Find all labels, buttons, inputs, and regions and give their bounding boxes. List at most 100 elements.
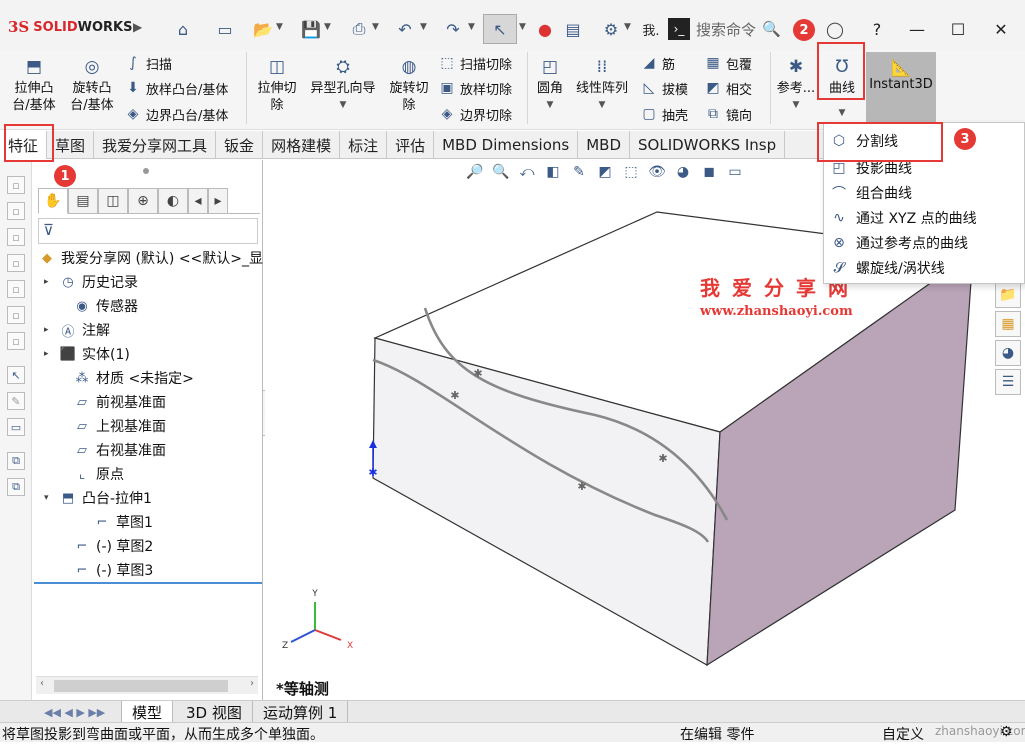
rebuild-traffic-light-icon[interactable]: ●: [532, 16, 558, 42]
instant3d-button[interactable]: 📐 Instant3D: [866, 52, 936, 128]
tab-tools[interactable]: 我爱分享网工具: [94, 131, 217, 159]
menu-item-curve-through-reference[interactable]: ⊗ 通过参考点的曲线: [830, 231, 968, 255]
tabs-scroll-right-icon[interactable]: ▸: [208, 188, 228, 214]
minimize-button[interactable]: —: [902, 14, 932, 44]
tab-mesh-modeling[interactable]: 网格建模: [263, 131, 341, 159]
maximize-button[interactable]: ☐: [943, 14, 973, 44]
wrap-button[interactable]: ▦ 包覆: [704, 52, 752, 74]
tabs-scroll-left-icon[interactable]: ◂: [188, 188, 208, 214]
redo-icon[interactable]: ↷: [440, 16, 466, 42]
tree-item[interactable]: ⌞ 原点: [58, 463, 124, 485]
tree-root[interactable]: ◆ 我爱分享网 (默认) <<默认>_显: [38, 247, 263, 269]
expand-toggle-icon[interactable]: ▸: [44, 349, 54, 359]
file-explorer-icon[interactable]: 📁: [995, 282, 1021, 308]
select-tool-icon[interactable]: ↖: [7, 366, 25, 384]
open-file-icon[interactable]: 📂: [250, 16, 276, 42]
display-manager-tab-icon[interactable]: ◐: [158, 188, 188, 214]
zoom-to-fit-icon[interactable]: 🔎: [465, 162, 485, 182]
print-dropdown-icon[interactable]: ▼: [372, 22, 379, 32]
custom-properties-icon[interactable]: ☰: [995, 369, 1021, 395]
tree-item[interactable]: ▸ ⬛ 实体(1): [44, 343, 130, 365]
view-settings-icon[interactable]: ▭: [725, 162, 745, 182]
new-document-icon[interactable]: ▭: [212, 16, 238, 42]
display-style-icon[interactable]: ⬚: [621, 162, 641, 182]
options-dropdown-icon[interactable]: ▼: [624, 22, 631, 32]
open-dropdown-icon[interactable]: ▼: [276, 22, 283, 32]
apply-scene-icon[interactable]: ◼: [699, 162, 719, 182]
draft-button[interactable]: ◺ 拔模: [640, 77, 688, 99]
intersect-button[interactable]: ◩ 相交: [704, 77, 752, 99]
save-dropdown-icon[interactable]: ▼: [324, 22, 331, 32]
menu-item-helix-spiral[interactable]: 𝓢 螺旋线/涡状线: [830, 256, 945, 280]
expand-toggle-icon[interactable]: ▾: [44, 493, 54, 503]
hole-wizard-dropdown-icon[interactable]: ▼: [340, 97, 347, 114]
feature-manager-tab-icon[interactable]: ✋: [38, 188, 68, 214]
design-library-icon[interactable]: ▦: [995, 311, 1021, 337]
tree-item[interactable]: ▸ Ⓐ 注解: [44, 319, 110, 341]
status-units[interactable]: 自定义: [882, 724, 924, 744]
tree-horizontal-scrollbar[interactable]: ‹ ›: [36, 676, 258, 694]
tree-item[interactable]: ⁂ 材质 <未指定>: [58, 367, 194, 389]
reference-geometry-button[interactable]: ✱ 参考... ▼: [776, 56, 816, 114]
search-input[interactable]: 搜索命令: [696, 19, 756, 40]
tree-item[interactable]: ▱ 右视基准面: [58, 439, 166, 461]
tree-item[interactable]: ▸ ◷ 历史记录: [44, 271, 138, 293]
tree-item[interactable]: ▾ ⬒ 凸台-拉伸1: [44, 487, 152, 509]
boundary-boss-button[interactable]: ◈ 边界凸台/基体: [124, 103, 229, 125]
edit-tool-icon[interactable]: ✎: [7, 392, 25, 410]
curves-dropdown-icon[interactable]: ▼: [839, 105, 846, 122]
loft-cut-button[interactable]: ▣ 放样切除: [438, 77, 512, 99]
select-cursor-icon[interactable]: ↖: [483, 14, 517, 44]
previous-view-icon[interactable]: ⤺: [517, 162, 537, 182]
tab-sheet-metal[interactable]: 钣金: [216, 131, 264, 159]
rollback-bar[interactable]: [34, 582, 262, 584]
menu-expand-arrow-icon[interactable]: ▶: [133, 20, 142, 34]
tree-item[interactable]: ⌐ (-) 草图2: [58, 535, 154, 557]
truncated-menu-label[interactable]: 我.: [638, 16, 664, 42]
paste-tool-icon[interactable]: ⧉: [7, 478, 25, 496]
file-properties-icon[interactable]: ▤: [560, 16, 586, 42]
mirror-button[interactable]: ⧉ 镜向: [704, 103, 752, 125]
hide-show-icon[interactable]: 👁: [647, 162, 667, 182]
print-icon[interactable]: ⎙: [346, 16, 372, 42]
tree-item[interactable]: ⌐ (-) 草图3: [58, 559, 154, 581]
revolve-cut-button[interactable]: ◍ 旋转切 除: [386, 56, 432, 114]
extrude-boss-button[interactable]: ⬒ 拉伸凸 台/基体: [8, 56, 60, 114]
help-icon[interactable]: ?: [864, 16, 890, 42]
reference-dropdown-icon[interactable]: ▼: [793, 97, 800, 114]
rib-button[interactable]: ◢ 筋: [640, 52, 675, 74]
view-orientation-icon[interactable]: ◩: [595, 162, 615, 182]
fillet-dropdown-icon[interactable]: ▼: [547, 97, 554, 114]
zoom-to-area-icon[interactable]: 🔍: [491, 162, 511, 182]
tab-3d-views[interactable]: 3D 视图: [176, 701, 253, 723]
display-tool-icon[interactable]: ▭: [7, 418, 25, 436]
copy-tool-icon[interactable]: ⧉: [7, 452, 25, 470]
tree-item[interactable]: ⌐ 草图1: [78, 511, 153, 533]
tree-item[interactable]: ▱ 前视基准面: [58, 391, 166, 413]
search-commands[interactable]: ›_ 搜索命令 🔍: [668, 16, 798, 42]
tab-solidworks-inspection[interactable]: SOLIDWORKS Insp: [630, 131, 786, 159]
tab-evaluate[interactable]: 评估: [387, 131, 435, 159]
linear-pattern-button[interactable]: ⁞⁞ 线性阵列 ▼: [573, 56, 631, 114]
scroll-left-icon[interactable]: ‹: [40, 678, 44, 689]
tab-annotation[interactable]: 标注: [340, 131, 388, 159]
tree-item[interactable]: ◉ 传感器: [58, 295, 138, 317]
undo-icon[interactable]: ↶: [392, 16, 418, 42]
menu-item-curve-through-xyz[interactable]: ∿ 通过 XYZ 点的曲线: [830, 206, 977, 230]
section-view-icon[interactable]: ◧: [543, 162, 563, 182]
dimxpert-tab-icon[interactable]: ⊕: [128, 188, 158, 214]
user-account-icon[interactable]: ◯: [822, 16, 848, 42]
expand-toggle-icon[interactable]: ▸: [44, 277, 54, 287]
tree-filter[interactable]: ⊽: [38, 218, 258, 244]
hole-wizard-button[interactable]: ⛭ 异型孔向导 ▼: [306, 56, 380, 114]
sweep-cut-button[interactable]: ⬚ 扫描切除: [438, 52, 512, 74]
tab-motion-study[interactable]: 运动算例 1: [253, 701, 349, 723]
revolve-boss-button[interactable]: ◎ 旋转凸 台/基体: [66, 56, 118, 114]
shell-button[interactable]: ▢ 抽壳: [640, 103, 688, 125]
sweep-button[interactable]: ∫ 扫描: [124, 52, 172, 74]
edit-appearance-icon[interactable]: ◕: [673, 162, 693, 182]
boundary-cut-button[interactable]: ◈ 边界切除: [438, 103, 512, 125]
scrollbar-thumb[interactable]: [54, 680, 228, 692]
expand-toggle-icon[interactable]: ▸: [44, 325, 54, 335]
appearances-icon[interactable]: ◕: [995, 340, 1021, 366]
